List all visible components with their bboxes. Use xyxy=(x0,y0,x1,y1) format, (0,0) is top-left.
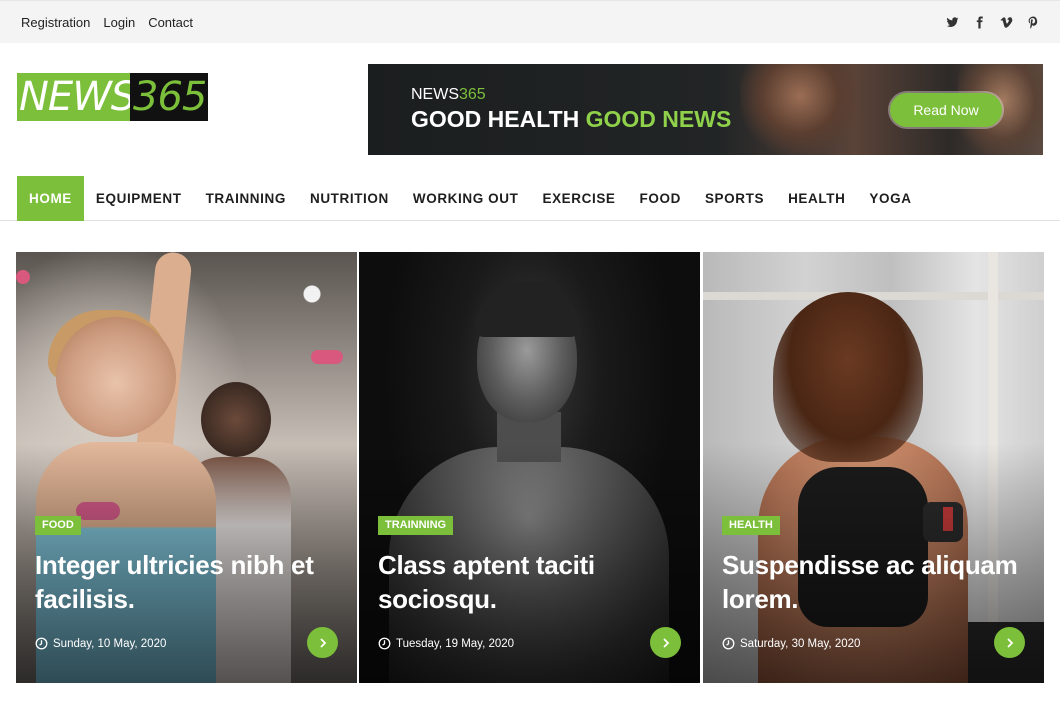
card-image-part xyxy=(16,270,30,284)
card-date: Tuesday, 19 May, 2020 xyxy=(378,637,514,650)
logo-text-news: NEWS xyxy=(17,73,130,121)
clock-icon xyxy=(35,637,48,650)
chevron-right-icon xyxy=(662,637,669,648)
card-date-text: Saturday, 30 May, 2020 xyxy=(740,637,861,650)
nav-item-nutrition[interactable]: NUTRITION xyxy=(298,176,401,221)
featured-card[interactable]: HEALTH Suspendisse ac aliquam lorem. Sat… xyxy=(703,252,1044,683)
clock-icon xyxy=(722,637,735,650)
nav-item-food[interactable]: FOOD xyxy=(628,176,693,221)
twitter-icon[interactable] xyxy=(945,14,959,30)
nav-item-sports[interactable]: SPORTS xyxy=(693,176,776,221)
chevron-right-icon xyxy=(319,637,326,648)
card-title[interactable]: Class aptent taciti sociosqu. xyxy=(378,548,678,616)
category-badge[interactable]: TRAINNING xyxy=(378,516,454,535)
nav-item-yoga[interactable]: YOGA xyxy=(857,176,923,221)
card-date-text: Tuesday, 19 May, 2020 xyxy=(396,637,515,650)
card-date: Saturday, 30 May, 2020 xyxy=(722,637,860,650)
card-image-part xyxy=(475,282,579,337)
featured-card[interactable]: FOOD Integer ultricies nibh et facilisis… xyxy=(16,252,357,683)
category-badge[interactable]: HEALTH xyxy=(722,516,780,535)
logo-text-365: 365 xyxy=(130,73,208,121)
nav-item-home[interactable]: HOME xyxy=(17,176,84,221)
social-links xyxy=(945,14,1040,30)
top-links: Registration Login Contact xyxy=(21,15,193,30)
banner-headline: GOOD HEALTH GOOD NEWS xyxy=(411,106,731,133)
nav-item-trainning[interactable]: TRAINNING xyxy=(194,176,298,221)
nav-item-health[interactable]: HEALTH xyxy=(776,176,857,221)
card-title[interactable]: Integer ultricies nibh et facilisis. xyxy=(35,548,335,616)
card-date-text: Sunday, 10 May, 2020 xyxy=(53,637,167,650)
banner-headline-part1: GOOD HEALTH xyxy=(411,106,580,132)
login-link[interactable]: Login xyxy=(103,15,135,30)
read-more-button[interactable] xyxy=(650,627,681,658)
read-more-button[interactable] xyxy=(307,627,338,658)
card-image-part xyxy=(56,317,176,437)
main-nav: HOME EQUIPMENT TRAINNING NUTRITION WORKI… xyxy=(0,176,1060,221)
card-date: Sunday, 10 May, 2020 xyxy=(35,637,166,650)
clock-icon xyxy=(378,637,391,650)
card-title[interactable]: Suspendisse ac aliquam lorem. xyxy=(722,548,1022,616)
registration-link[interactable]: Registration xyxy=(21,15,90,30)
facebook-icon[interactable] xyxy=(972,14,986,30)
read-now-button[interactable]: Read Now xyxy=(890,93,1002,127)
contact-link[interactable]: Contact xyxy=(148,15,193,30)
nav-item-equipment[interactable]: EQUIPMENT xyxy=(84,176,194,221)
banner-brand-part2: 365 xyxy=(459,86,486,103)
chevron-right-icon xyxy=(1006,637,1013,648)
ad-banner[interactable]: NEWS365 GOOD HEALTH GOOD NEWS Read Now xyxy=(368,64,1043,155)
nav-item-working-out[interactable]: WORKING OUT xyxy=(401,176,531,221)
nav-item-exercise[interactable]: EXERCISE xyxy=(530,176,627,221)
featured-card[interactable]: TRAINNING Class aptent taciti sociosqu. … xyxy=(359,252,700,683)
banner-brand-part1: NEWS xyxy=(411,86,459,103)
top-bar: Registration Login Contact xyxy=(0,0,1060,43)
site-logo[interactable]: NEWS 365 xyxy=(17,73,208,121)
category-badge[interactable]: FOOD xyxy=(35,516,81,535)
banner-brand: NEWS365 xyxy=(411,86,486,104)
card-image-part xyxy=(311,350,343,364)
featured-cards: FOOD Integer ultricies nibh et facilisis… xyxy=(16,252,1044,683)
vimeo-icon[interactable] xyxy=(999,14,1013,30)
banner-headline-part2: GOOD NEWS xyxy=(585,106,732,132)
banner-image-man xyxy=(740,64,860,155)
read-more-button[interactable] xyxy=(994,627,1025,658)
card-image-part xyxy=(773,292,923,462)
pinterest-icon[interactable] xyxy=(1026,14,1040,30)
